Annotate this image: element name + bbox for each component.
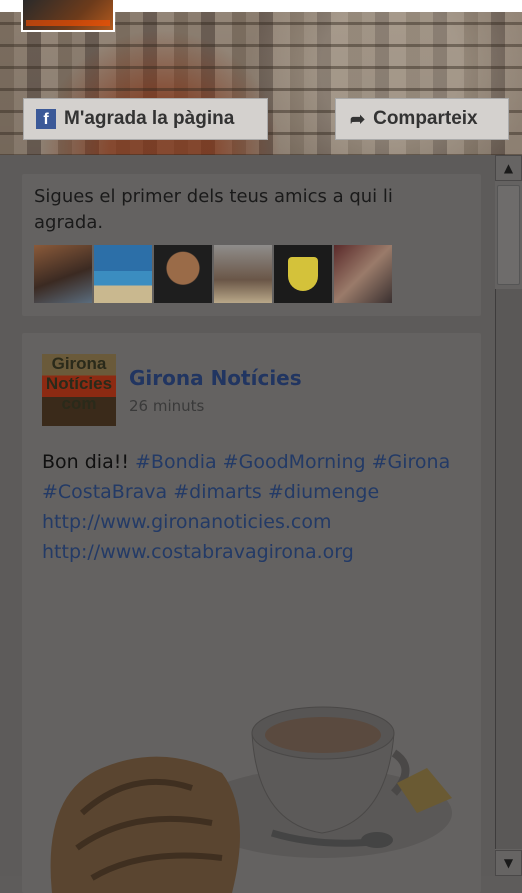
scroll-down-button[interactable]: ▼	[495, 850, 522, 876]
share-button[interactable]: ➦ Comparteix	[335, 98, 509, 140]
share-label: Comparteix	[373, 108, 478, 129]
friend-avatar[interactable]	[274, 245, 332, 303]
post-card: Girona Notícies com Girona Notícies 26 min…	[22, 333, 481, 893]
post-lead: Bon dia!!	[42, 451, 129, 473]
hashtag-link[interactable]: #Bondia	[135, 451, 217, 473]
url-link[interactable]: http://www.gironanoticies.com	[42, 511, 332, 533]
spoon-bowl	[361, 832, 393, 848]
scroll-track[interactable]	[495, 181, 522, 850]
url-link[interactable]: http://www.costabravagirona.org	[42, 541, 354, 563]
triangle-down-icon: ▼	[503, 856, 514, 870]
hashtag-link[interactable]: #GoodMorning	[223, 451, 366, 473]
page-profile-thumbnail[interactable]	[21, 0, 115, 32]
friend-avatar[interactable]	[154, 245, 212, 303]
hashtag-link[interactable]: #diumenge	[268, 481, 379, 503]
friends-prompt: Sigues el primer dels teus amics a qui l…	[34, 186, 393, 233]
share-arrow-icon: ➦	[350, 108, 366, 129]
page-name-link[interactable]: Girona Notícies	[129, 366, 302, 390]
coffee	[265, 717, 381, 753]
post-body: Bon dia!! #Bondia #GoodMorning #Girona #…	[42, 447, 462, 567]
page-avatar[interactable]: Girona Notícies com	[42, 354, 116, 426]
friend-avatar[interactable]	[214, 245, 272, 303]
avatar-logo-text: Girona Notícies com	[45, 354, 113, 413]
friend-avatars	[34, 245, 392, 303]
like-page-button[interactable]: f M'agrada la pàgina	[23, 98, 268, 140]
facebook-f-icon: f	[36, 109, 56, 129]
vertical-scrollbar[interactable]: ▲ ▼	[495, 155, 522, 876]
scroll-up-button[interactable]: ▲	[495, 155, 522, 181]
post-photo[interactable]	[22, 673, 481, 893]
scroll-track-lower[interactable]	[495, 289, 522, 849]
friend-avatar[interactable]	[94, 245, 152, 303]
cover-photo: f M'agrada la pàgina ➦ Comparteix	[0, 0, 522, 155]
hashtag-link[interactable]: #CostaBrava	[42, 481, 167, 503]
like-page-label: M'agrada la pàgina	[64, 108, 235, 129]
post-timestamp[interactable]: 26 minuts	[129, 397, 204, 415]
friends-box: Sigues el primer dels teus amics a qui l…	[22, 174, 481, 316]
hashtag-link[interactable]: #Girona	[372, 451, 451, 473]
friend-avatar[interactable]	[334, 245, 392, 303]
triangle-up-icon: ▲	[503, 161, 514, 175]
plugin-content: Sigues el primer dels teus amics a qui l…	[0, 155, 495, 893]
team-crest-icon	[288, 257, 318, 291]
hashtag-link[interactable]: #dimarts	[173, 481, 262, 503]
scroll-thumb[interactable]	[497, 185, 520, 285]
friend-avatar[interactable]	[34, 245, 92, 303]
